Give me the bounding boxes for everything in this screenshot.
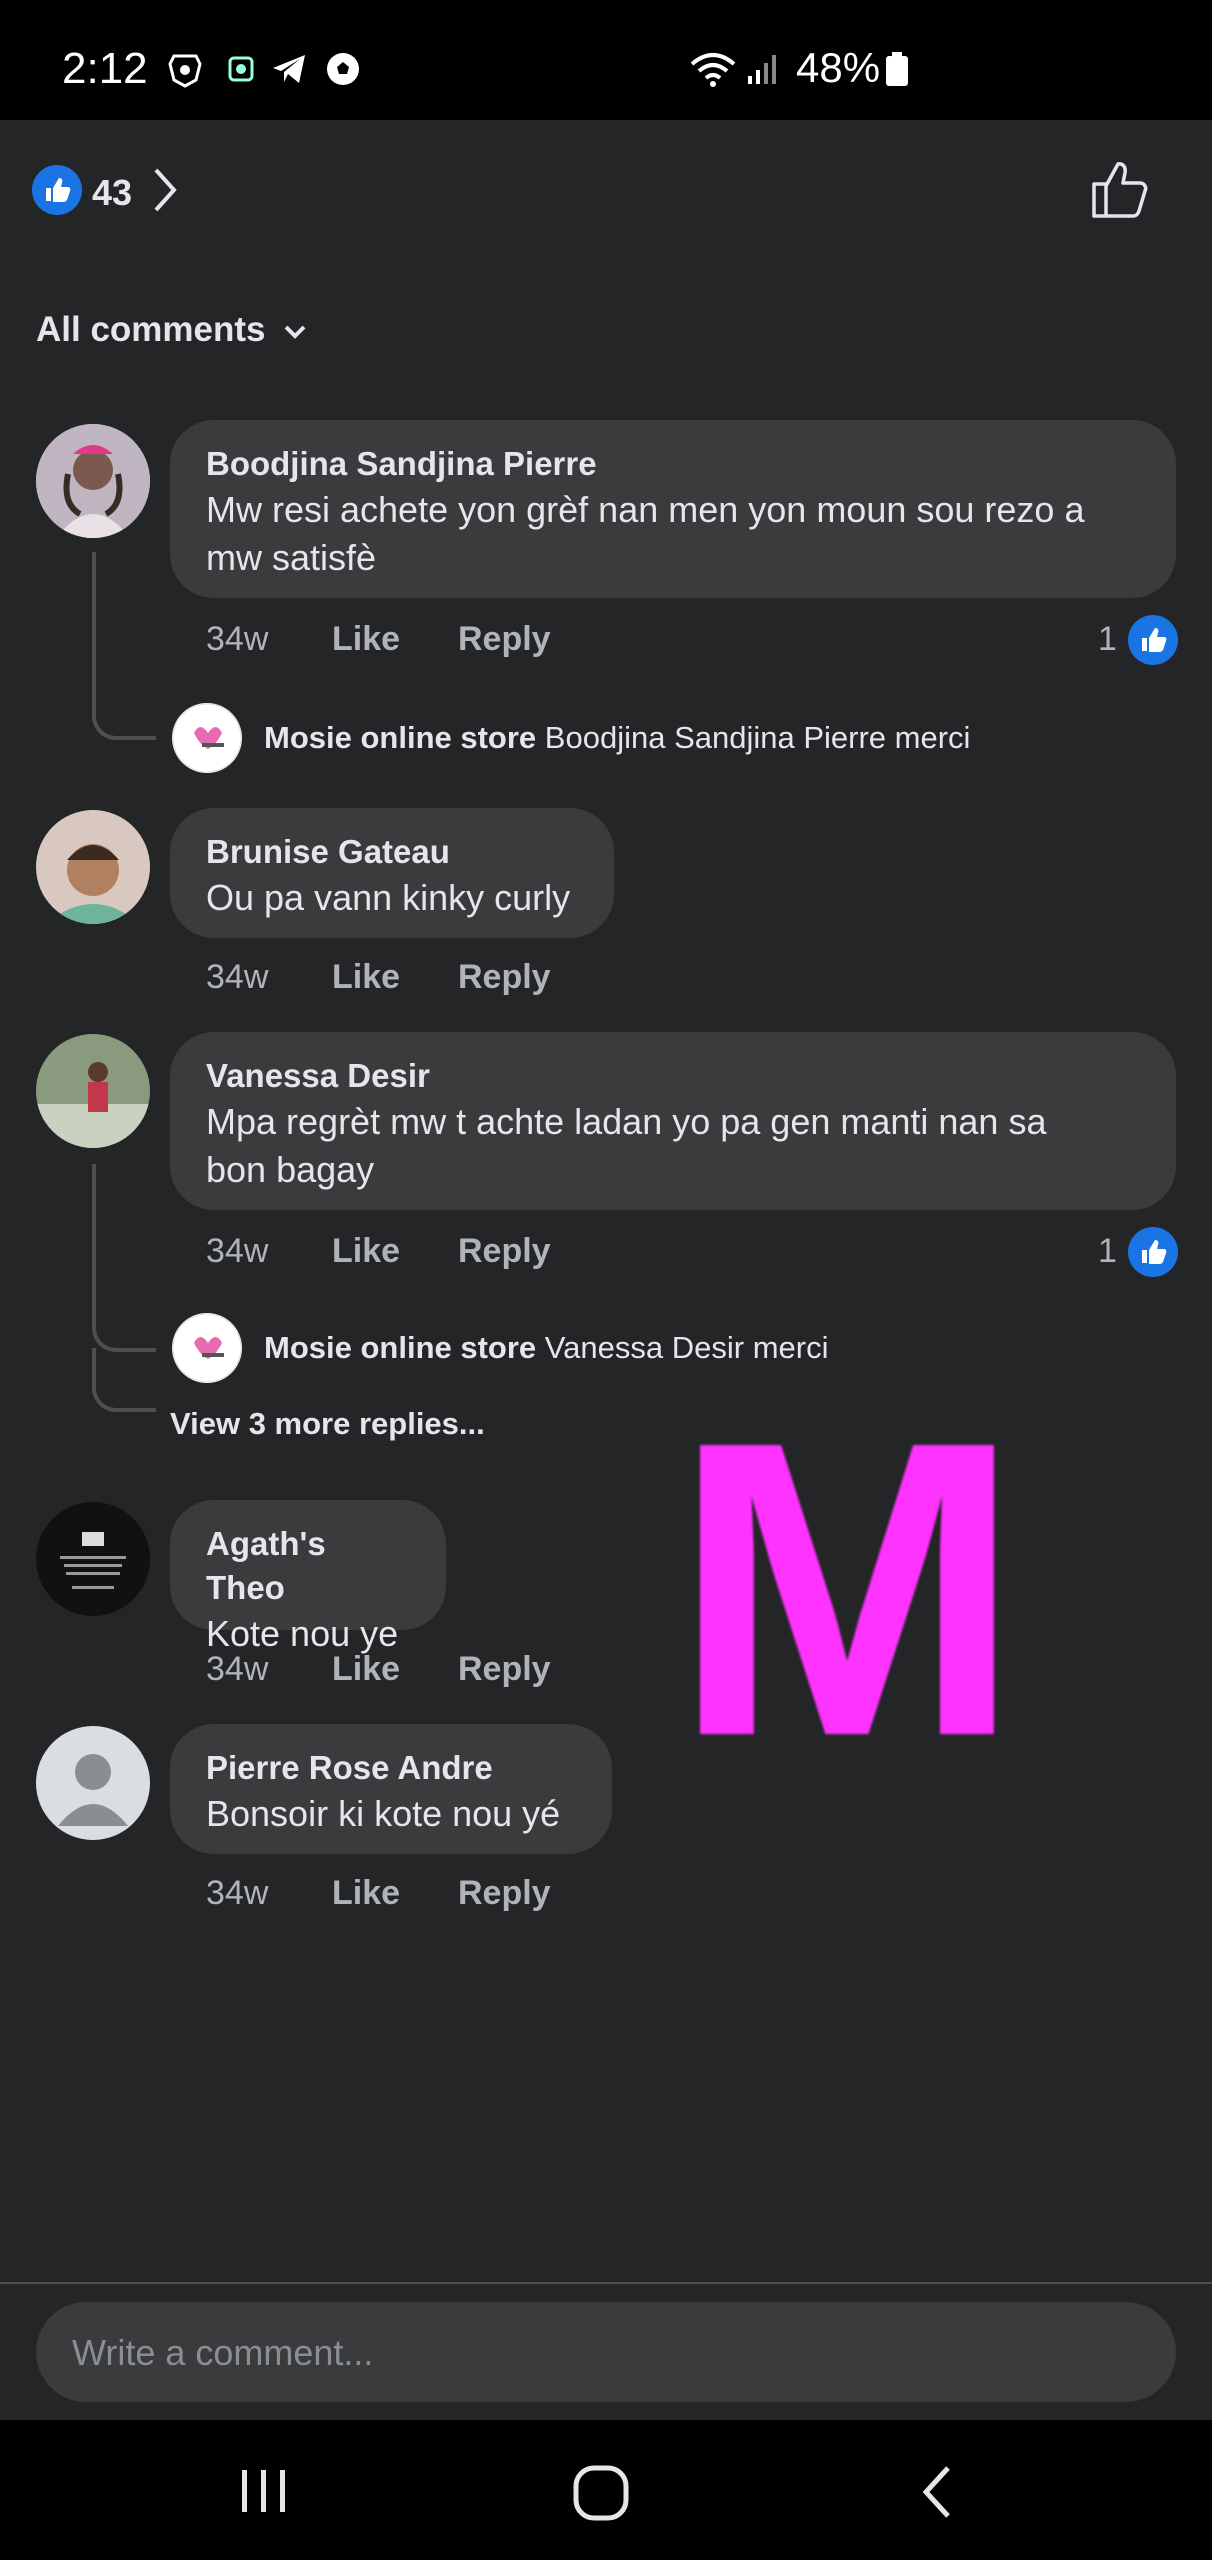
comment-item: Agath's Theo Kote nou ye 34w Like Reply xyxy=(0,1500,1212,1700)
comment-text: Mw resi achete yon grèf nan men yon moun… xyxy=(206,489,1085,530)
like-link[interactable]: Like xyxy=(332,1232,400,1271)
like-reaction-icon[interactable] xyxy=(1128,1227,1178,1277)
reply-avatar[interactable] xyxy=(172,1313,242,1383)
comment-bubble[interactable]: Pierre Rose Andre Bonsoir ki kote nou yé xyxy=(170,1724,612,1854)
comment-actions: 34w Like Reply xyxy=(206,620,606,664)
signal-icon xyxy=(748,55,776,84)
comment-bubble[interactable]: Vanessa Desir Mpa regrèt mw t achte lada… xyxy=(170,1032,1176,1210)
like-link[interactable]: Like xyxy=(332,1650,400,1689)
comment-author[interactable]: Pierre Rose Andre xyxy=(206,1746,576,1790)
avatar[interactable] xyxy=(36,810,150,924)
reply-link[interactable]: Reply xyxy=(458,1650,551,1689)
recent-apps-icon[interactable] xyxy=(236,2466,292,2516)
thread-line xyxy=(92,1164,156,1352)
avatar[interactable] xyxy=(36,1726,150,1840)
watermark-letter: M xyxy=(672,1355,1022,1824)
sort-label: All comments xyxy=(36,310,266,349)
comment-item: Boodjina Sandjina Pierre Mw resi achete … xyxy=(0,420,1212,780)
comment-time: 34w xyxy=(206,620,269,658)
view-more-replies-link[interactable]: View 3 more replies... xyxy=(170,1406,485,1442)
comment-sort-dropdown[interactable]: All comments xyxy=(36,310,309,350)
reply-link[interactable]: Reply xyxy=(458,620,551,659)
default-avatar-icon xyxy=(36,1726,150,1840)
comment-input[interactable]: Write a comment... xyxy=(36,2302,1176,2402)
comment-reaction-count: 1 xyxy=(1098,1232,1117,1270)
status-time: 2:12 xyxy=(62,44,148,93)
avatar[interactable] xyxy=(36,1502,150,1616)
comment-text: bon bagay xyxy=(206,1149,375,1190)
comment-time: 34w xyxy=(206,1232,269,1270)
comment-author[interactable]: Agath's Theo xyxy=(206,1522,410,1610)
thread-line xyxy=(92,552,156,740)
comment-author[interactable]: Brunise Gateau xyxy=(206,830,578,874)
comment-author[interactable]: Vanessa Desir xyxy=(206,1054,1140,1098)
comment-time: 34w xyxy=(206,1874,269,1912)
telegram-icon xyxy=(273,55,305,83)
comment-time: 34w xyxy=(206,958,269,996)
comment-item: Vanessa Desir Mpa regrèt mw t achte lada… xyxy=(0,1032,1212,1452)
comment-time: 34w xyxy=(206,1650,269,1688)
store-logo-icon xyxy=(172,1313,242,1383)
comment-text: Ou pa vann kinky curly xyxy=(206,877,571,918)
home-icon[interactable] xyxy=(572,2464,630,2522)
comment-item: Brunise Gateau Ou pa vann kinky curly 34… xyxy=(0,808,1212,1008)
reply-author[interactable]: Mosie online store xyxy=(264,1330,536,1365)
reply-avatar[interactable] xyxy=(172,703,242,773)
reply-author[interactable]: Mosie online store xyxy=(264,720,536,755)
avatar[interactable] xyxy=(36,1034,150,1148)
comment-item: Pierre Rose Andre Bonsoir ki kote nou yé… xyxy=(0,1724,1212,1924)
comment-text: Bonsoir ki kote nou yé xyxy=(206,1793,561,1834)
chevron-right-icon xyxy=(154,168,177,212)
comment-author[interactable]: Boodjina Sandjina Pierre xyxy=(206,442,1140,486)
chevron-down-icon xyxy=(284,325,306,339)
system-nav-bar xyxy=(0,2420,1212,2560)
soccer-icon xyxy=(327,53,359,85)
store-logo-icon xyxy=(172,703,242,773)
comment-text: mw satisfè xyxy=(206,537,377,578)
like-link[interactable]: Like xyxy=(332,1874,400,1913)
comment-actions: 34w Like Reply xyxy=(206,1874,606,1918)
comment-reaction-count: 1 xyxy=(1098,620,1117,658)
like-button-icon[interactable] xyxy=(1090,158,1152,220)
comment-bubble[interactable]: Brunise Gateau Ou pa vann kinky curly xyxy=(170,808,614,938)
reply-link[interactable]: Reply xyxy=(458,1874,551,1913)
reactions-summary[interactable]: 43 xyxy=(32,162,192,218)
battery-percent: 48% xyxy=(796,44,881,91)
comment-actions: 34w Like Reply xyxy=(206,1232,606,1276)
avatar[interactable] xyxy=(36,424,150,538)
comment-composer: Write a comment... xyxy=(0,2282,1212,2420)
comment-text: Mpa regrèt mw t achte ladan yo pa gen ma… xyxy=(206,1101,1047,1142)
comment-actions: 34w Like Reply xyxy=(206,958,606,1002)
reaction-count: 43 xyxy=(92,172,133,213)
reply-text: Boodjina Sandjina Pierre merci xyxy=(544,720,971,755)
like-reaction-icon[interactable] xyxy=(1128,615,1178,665)
thread-line xyxy=(92,1348,156,1412)
comment-actions: 34w Like Reply xyxy=(206,1650,606,1694)
like-link[interactable]: Like xyxy=(332,620,400,659)
status-bar: 2:12 48% xyxy=(0,0,1212,120)
like-reaction-icon xyxy=(32,165,82,215)
app-icon xyxy=(228,56,254,82)
reply-item: Mosie online store Boodjina Sandjina Pie… xyxy=(264,720,970,756)
like-link[interactable]: Like xyxy=(332,958,400,997)
wifi-icon xyxy=(690,53,736,87)
back-icon[interactable] xyxy=(918,2464,958,2520)
reply-link[interactable]: Reply xyxy=(458,958,551,997)
comment-input-placeholder: Write a comment... xyxy=(72,2332,374,2373)
comment-bubble[interactable]: Agath's Theo Kote nou ye xyxy=(170,1500,446,1654)
brave-icon xyxy=(168,54,202,88)
reply-link[interactable]: Reply xyxy=(458,1232,551,1271)
battery-icon xyxy=(886,52,908,86)
comment-bubble[interactable]: Boodjina Sandjina Pierre Mw resi achete … xyxy=(170,420,1176,598)
